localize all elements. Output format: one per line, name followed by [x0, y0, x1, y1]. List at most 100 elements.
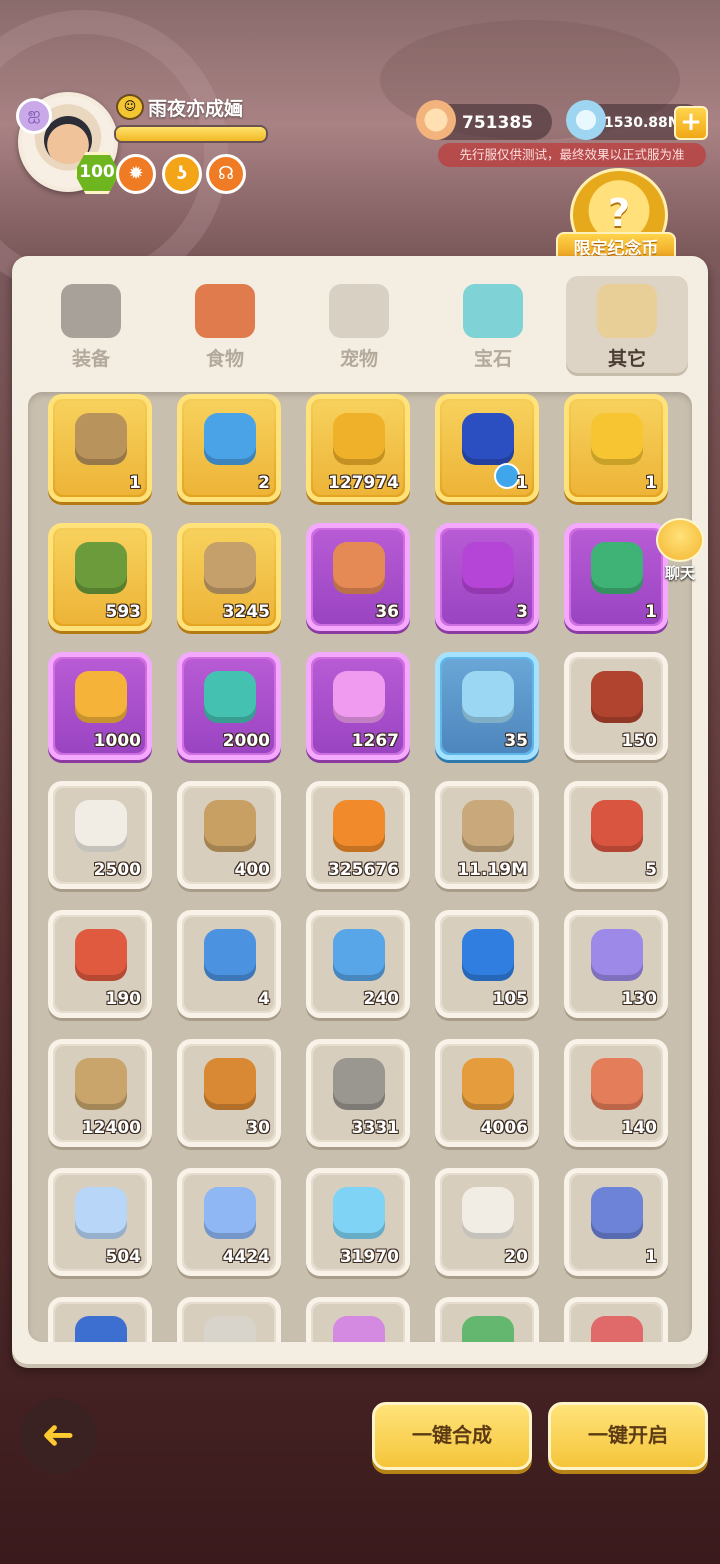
item-quantity: 4006: [480, 1118, 528, 1138]
inventory-slot[interactable]: 325676: [306, 781, 410, 889]
item-grid[interactable]: 1 2 127974 1 1 593 3245 36 3 1 1000 2000 1267 35 150 25…: [28, 392, 692, 1342]
inventory-slot[interactable]: 36: [306, 523, 410, 631]
inventory-slot[interactable]: 1267: [306, 652, 410, 760]
tab-pet[interactable]: 宠物: [298, 276, 420, 376]
inventory-slot[interactable]: 593: [48, 523, 152, 631]
moon-icon: [75, 1187, 127, 1239]
inventory-slot[interactable]: 4424: [177, 1168, 281, 1276]
blue-dino-egg-icon: [204, 929, 256, 981]
inventory-slot[interactable]: 2000: [177, 652, 281, 760]
inventory-slot[interactable]: [306, 1297, 410, 1342]
axe-icon: [61, 284, 121, 338]
chat-label: 聊天: [664, 564, 695, 582]
tab-food[interactable]: 食物: [164, 276, 286, 376]
inventory-slot[interactable]: 504: [48, 1168, 152, 1276]
tab-label: 其它: [607, 348, 646, 370]
item-quantity: 3245: [222, 602, 270, 622]
inventory-slot[interactable]: 20: [435, 1168, 539, 1276]
tab-label: 装备: [71, 348, 110, 370]
violet-crystal-icon: [591, 929, 643, 981]
item-quantity: 190: [105, 989, 142, 1009]
item-quantity: 140: [621, 1118, 658, 1138]
map-scroll-icon: [75, 1058, 127, 1110]
item-quantity: 4: [258, 989, 270, 1009]
open-all-button[interactable]: 一键开启: [548, 1402, 708, 1470]
inventory-slot[interactable]: 140: [564, 1039, 668, 1147]
gold-nugget-icon: [591, 413, 643, 465]
hammer-icon: [204, 800, 256, 852]
inventory-slot[interactable]: 105: [435, 910, 539, 1018]
inventory-slot[interactable]: [48, 1297, 152, 1342]
food-bowl-icon: [195, 284, 255, 338]
swirl-buff-icon[interactable]: ʖ: [162, 154, 202, 194]
inventory-slot[interactable]: 2: [177, 394, 281, 502]
chat-button[interactable]: 聊天: [650, 518, 710, 588]
item-quantity: 1: [645, 1247, 657, 1267]
portrait-card-icon: [333, 542, 385, 594]
add-gem-button[interactable]: +: [674, 106, 708, 140]
inventory-slot[interactable]: 3: [435, 523, 539, 631]
treasure-chest-icon: [591, 671, 643, 723]
inventory-slot[interactable]: [564, 1297, 668, 1342]
item-quantity: 1: [516, 473, 528, 493]
tan-statue-icon: [204, 542, 256, 594]
inventory-slot[interactable]: 1: [435, 394, 539, 502]
meal-plate-icon: [462, 1058, 514, 1110]
meat-icon: [591, 1058, 643, 1110]
tab-label: 宠物: [339, 348, 378, 370]
blue-crystal-icon: [75, 1316, 127, 1342]
inventory-slot[interactable]: 35: [435, 652, 539, 760]
inventory-slot[interactable]: 1000: [48, 652, 152, 760]
exp-bar: [114, 125, 268, 143]
inventory-slot[interactable]: 1: [564, 394, 668, 502]
cyan-gem-icon: [333, 1187, 385, 1239]
inventory-slot[interactable]: 190: [48, 910, 152, 1018]
inventory-slot[interactable]: 3331: [306, 1039, 410, 1147]
item-quantity: 35: [504, 731, 528, 751]
item-quantity: 127974: [328, 473, 399, 493]
inventory-slot[interactable]: 3245: [177, 523, 281, 631]
item-quantity: 2500: [93, 860, 141, 880]
inventory-slot[interactable]: 150: [564, 652, 668, 760]
item-quantity: 1000: [93, 731, 141, 751]
dino-cone-icon: [591, 800, 643, 852]
tab-gem[interactable]: 宝石: [432, 276, 554, 376]
inventory-slot[interactable]: 1: [564, 1168, 668, 1276]
blue-dino-basket-icon: [333, 929, 385, 981]
fire-buff-icon[interactable]: ✹: [116, 154, 156, 194]
inventory-slot[interactable]: [177, 1297, 281, 1342]
inventory-slot[interactable]: 31970: [306, 1168, 410, 1276]
inventory-slot[interactable]: 127974: [306, 394, 410, 502]
tab-label: 食物: [205, 348, 244, 370]
inventory-slot[interactable]: 130: [564, 910, 668, 1018]
inventory-slot[interactable]: 12400: [48, 1039, 152, 1147]
shield-buff-icon[interactable]: ☊: [206, 154, 246, 194]
player-title-icon: ☺: [116, 94, 144, 120]
inventory-slot[interactable]: 4006: [435, 1039, 539, 1147]
blue-star-icon: [204, 1187, 256, 1239]
crystal-pedestal-icon: [462, 671, 514, 723]
back-arrow-icon[interactable]: ➜: [20, 1398, 96, 1474]
gem-value: 1530.88M: [604, 115, 682, 131]
inventory-slot[interactable]: 2500: [48, 781, 152, 889]
dice-icon: [75, 800, 127, 852]
inventory-slot[interactable]: 240: [306, 910, 410, 1018]
blue-sack-icon: [204, 413, 256, 465]
tab-label: 宝石: [473, 348, 512, 370]
item-quantity: 2: [258, 473, 270, 493]
inventory-slot[interactable]: 11.19M: [435, 781, 539, 889]
inventory-slot[interactable]: 30: [177, 1039, 281, 1147]
red-rune-icon: [591, 1316, 643, 1342]
item-quantity: 1: [645, 473, 657, 493]
inventory-slot[interactable]: 400: [177, 781, 281, 889]
inventory-slot[interactable]: [435, 1297, 539, 1342]
inventory-slot[interactable]: 4: [177, 910, 281, 1018]
tab-equipment[interactable]: 装备: [30, 276, 152, 376]
synthesize-all-button[interactable]: 一键合成: [372, 1402, 532, 1470]
bone-icon: [597, 284, 657, 338]
dino-pot-icon: [75, 929, 127, 981]
gem-icon: [463, 284, 523, 338]
inventory-slot[interactable]: 5: [564, 781, 668, 889]
tab-other[interactable]: 其它: [566, 276, 688, 376]
inventory-slot[interactable]: 1: [48, 394, 152, 502]
